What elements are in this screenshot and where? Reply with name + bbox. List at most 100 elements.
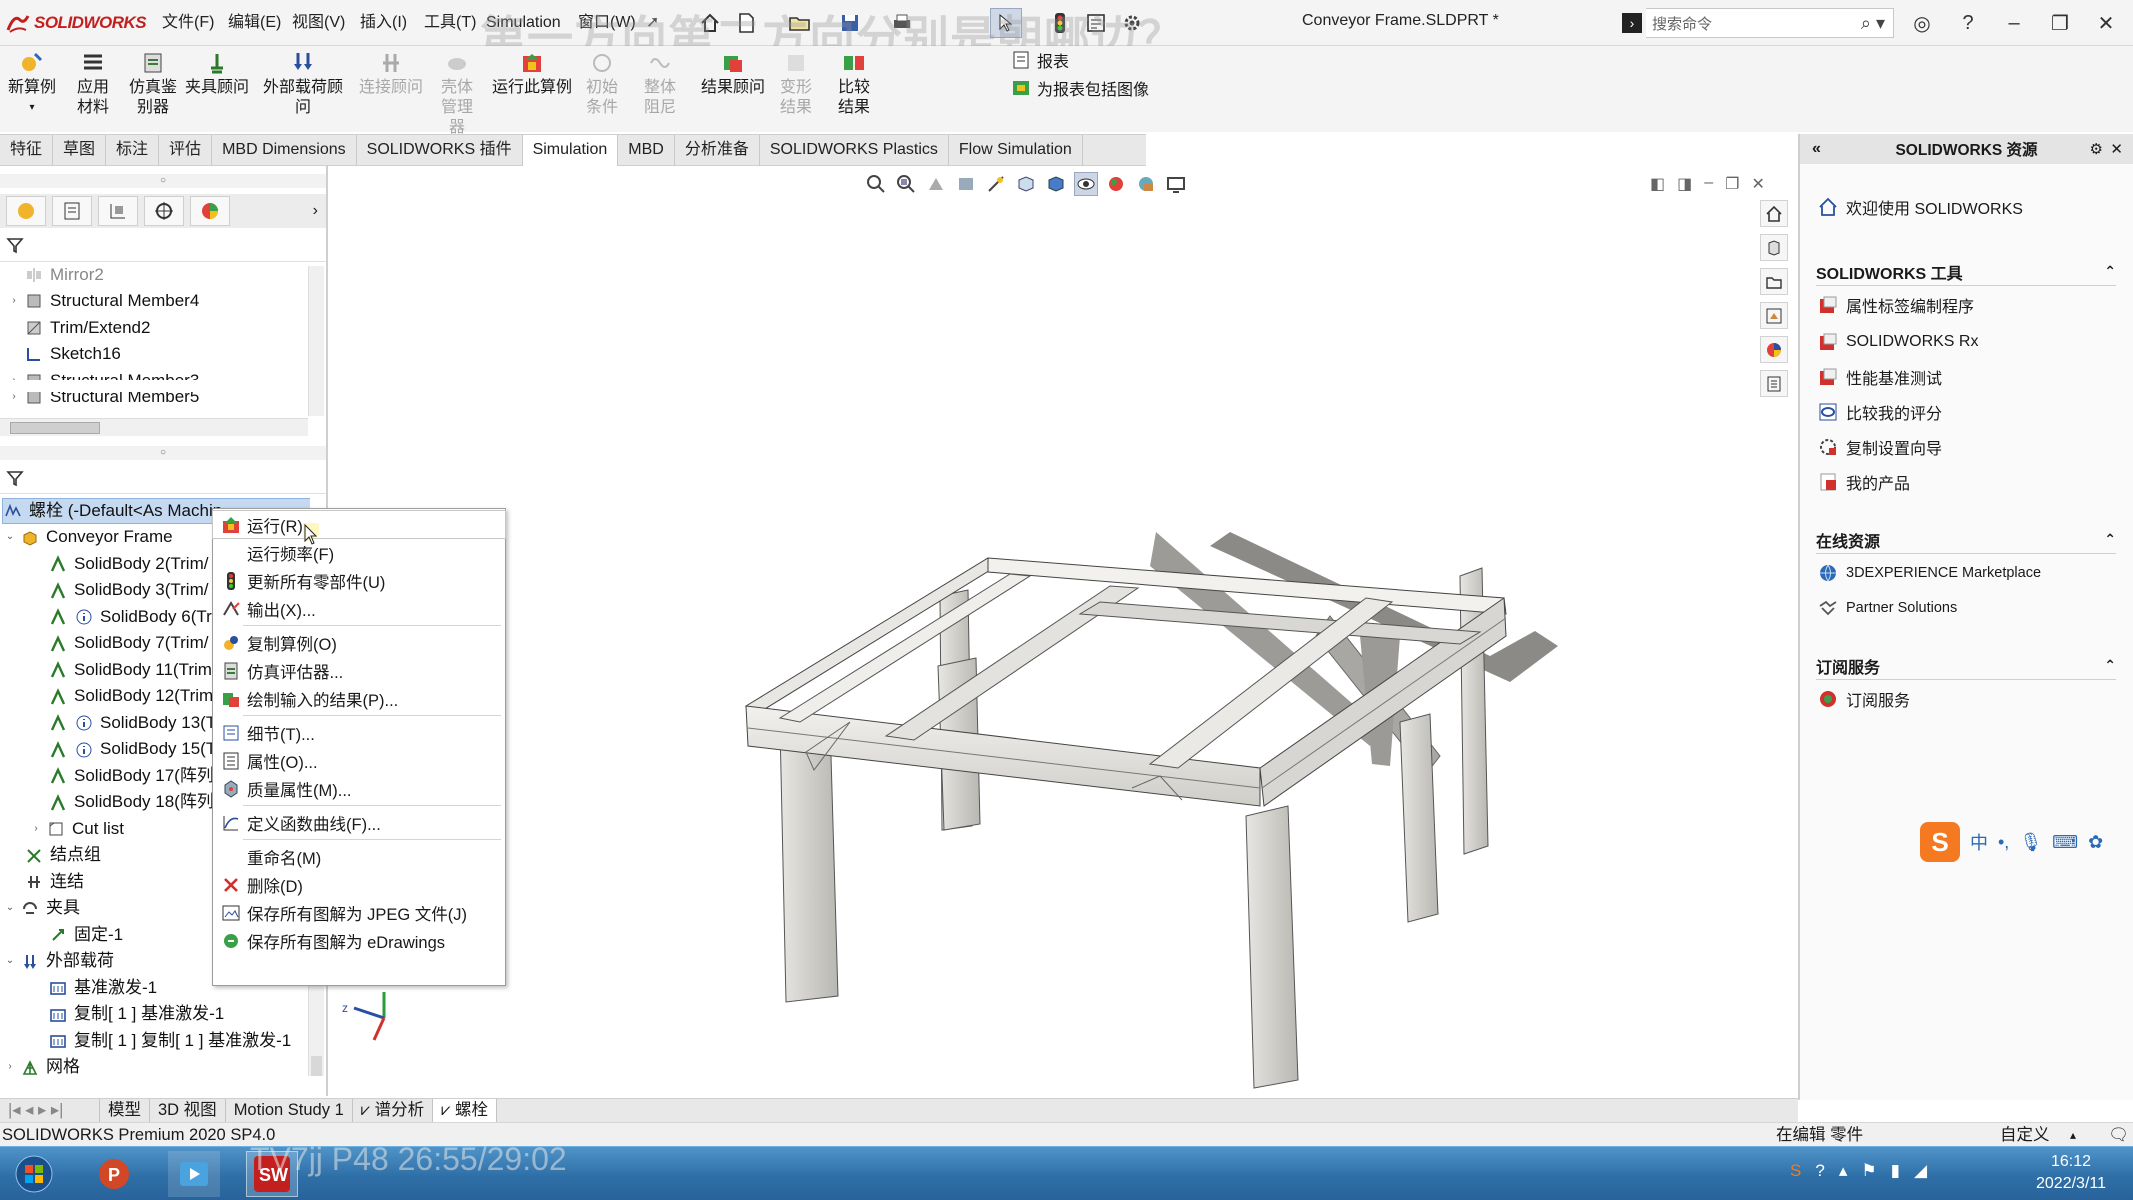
tree-item-structural-member3[interactable]: ›Structural Member3 xyxy=(8,368,199,380)
task-item-copy-settings-wizard[interactable]: 复制设置向导 xyxy=(1818,434,1942,460)
tree-item-mirror2[interactable]: Mirror2 xyxy=(8,262,104,288)
study-item-solidbody-11[interactable]: SolidBody 11(Trim xyxy=(48,657,212,683)
study-item-copy-copy-base-excitation-1[interactable]: 复制[ 1 ] 复制[ 1 ] 基准激发-1 xyxy=(48,1028,291,1054)
view-palette-icon[interactable] xyxy=(1760,302,1788,329)
task-item-solidworks-rx[interactable]: SOLIDWORKS Rx xyxy=(1818,329,1978,355)
tab-mbd-dimensions[interactable]: MBD Dimensions xyxy=(212,135,357,166)
deformed-result-button[interactable]: 变形结果 xyxy=(772,50,820,118)
include-image-for-report-button[interactable]: 为报表包括图像 xyxy=(1011,76,1149,100)
status-comment-icon[interactable]: 🗨 xyxy=(2108,1123,2129,1147)
study-item-solidbody-15[interactable]: SolidBody 15(T xyxy=(48,737,216,763)
task-item-3dexperience-marketplace[interactable]: 3DEXPERIENCE Marketplace xyxy=(1818,560,2041,586)
study-item-solidbody-2[interactable]: SolidBody 2(Trim/ xyxy=(48,551,208,577)
view-orientation-icon[interactable] xyxy=(1014,172,1038,196)
menu-copy-study[interactable]: 复制算例(O) xyxy=(213,629,505,656)
tree-item-trim-extend2[interactable]: Trim/Extend2 xyxy=(8,315,150,341)
tab-markup[interactable]: 标注 xyxy=(106,135,160,166)
study-item-fixed-1[interactable]: 固定-1 xyxy=(48,922,123,948)
tab-mbd[interactable]: MBD xyxy=(618,135,675,166)
run-this-study-button[interactable]: 运行此算例 xyxy=(492,50,572,98)
sogou-ime-icon[interactable]: S xyxy=(1920,822,1960,862)
menu-save-plots-jpeg[interactable]: 保存所有图解为 JPEG 文件(J) xyxy=(213,899,505,926)
menu-plot-input-results[interactable]: 绘制输入的结果(P)... xyxy=(213,685,505,712)
menu-tools[interactable]: 工具(T) xyxy=(420,10,480,36)
external-loads-advisor-button[interactable]: 外部载荷顾问 xyxy=(256,50,350,118)
sogou-tray-icon[interactable]: S xyxy=(1790,1161,1801,1181)
previous-view-icon[interactable] xyxy=(924,172,948,196)
help-tray-icon[interactable]: ? xyxy=(1815,1161,1824,1181)
study-item-copy-base-excitation-1[interactable]: 复制[ 1 ] 基准激发-1 xyxy=(48,1002,224,1028)
status-units[interactable]: 自定义 xyxy=(2000,1123,2050,1147)
dimxpert-manager-tab[interactable] xyxy=(144,196,184,226)
study-item-solidbody-17[interactable]: SolidBody 17(阵列 xyxy=(48,763,214,789)
tab-3d-views[interactable]: 3D 视图 xyxy=(150,1099,226,1122)
viewport-minimize-icon[interactable]: – xyxy=(1704,174,1713,194)
dynamic-annotation-icon[interactable] xyxy=(984,172,1008,196)
ime-punctuation-icon[interactable]: •, xyxy=(1998,832,2009,853)
tab-model[interactable]: 模型 xyxy=(100,1099,150,1122)
taskbar-clock[interactable]: 16:12 2022/3/11 xyxy=(2016,1151,2126,1195)
ime-skin-icon[interactable]: ✿ xyxy=(2088,832,2103,853)
simulation-evaluator-button[interactable]: 仿真鉴别器 xyxy=(124,50,182,118)
task-item-performance-benchmark[interactable]: 性能基准测试 xyxy=(1818,364,1942,390)
tab-solidworks-addins[interactable]: SOLIDWORKS 插件 xyxy=(357,135,523,166)
section-online-resources[interactable]: 在线资源 ⌃ xyxy=(1816,526,2116,554)
collapse-icon[interactable]: ⌃ xyxy=(2104,531,2116,548)
search-icon[interactable]: ⌕ ▾ xyxy=(1861,13,1885,34)
units-dropdown-icon[interactable]: ▴ xyxy=(2070,1123,2076,1147)
compare-results-button[interactable]: 比较结果 xyxy=(830,50,878,118)
menu-mass-properties[interactable]: 质量属性(M)... xyxy=(213,775,505,802)
graphics-area[interactable]: z ◧ ◨ – ❐ ✕ xyxy=(330,166,1796,1100)
task-welcome[interactable]: 欢迎使用 SOLIDWORKS xyxy=(1818,194,2023,220)
restore-button[interactable]: ❐ xyxy=(2038,6,2082,40)
tab-flow-simulation[interactable]: Flow Simulation xyxy=(949,135,1083,166)
media-player-taskbar-icon[interactable] xyxy=(168,1151,220,1197)
section-solidworks-tools[interactable]: SOLIDWORKS 工具 ⌃ xyxy=(1816,258,2116,286)
menu-view[interactable]: 视图(V) xyxy=(288,10,349,36)
section-view-icon[interactable] xyxy=(954,172,978,196)
section-subscription-services[interactable]: 订阅服务 ⌃ xyxy=(1816,652,2116,680)
hscroll-thumb[interactable] xyxy=(10,422,100,434)
zoom-to-fit-icon[interactable] xyxy=(864,172,888,196)
zoom-to-area-icon[interactable] xyxy=(894,172,918,196)
study-item-external-loads[interactable]: ⌄ 外部载荷 xyxy=(4,949,114,975)
study-item-solidbody-13[interactable]: SolidBody 13(T xyxy=(48,710,216,736)
connections-advisor-button[interactable]: 连接顾问 xyxy=(356,50,426,98)
study-item-fixtures[interactable]: ⌄ 夹具 xyxy=(4,896,80,922)
scroll-thumb[interactable] xyxy=(311,1056,322,1076)
menu-save-plots-edrawings[interactable]: 保存所有图解为 eDrawings xyxy=(213,927,505,954)
user-account-icon[interactable]: ◎ xyxy=(1900,6,1944,40)
tab-solidworks-plastics[interactable]: SOLIDWORKS Plastics xyxy=(760,135,949,166)
tab-analysis-preparation[interactable]: 分析准备 xyxy=(675,135,760,166)
collapse-icon[interactable]: ⌃ xyxy=(2104,263,2116,280)
panel-splitter[interactable]: ○ xyxy=(0,174,326,188)
menu-run-frequency[interactable]: 运行频率(F) xyxy=(213,539,505,566)
global-damping-button[interactable]: 整体阻尼 xyxy=(636,50,684,118)
study-item-cut-list[interactable]: › Cut list xyxy=(30,816,124,842)
viewport-close-icon[interactable]: ✕ xyxy=(1752,174,1765,194)
split-vertical-icon[interactable]: ◨ xyxy=(1677,174,1692,194)
fixtures-advisor-button[interactable]: 夹具顾问 xyxy=(184,50,250,98)
feature-manager-tab[interactable] xyxy=(6,196,46,226)
show-hidden-icons-icon[interactable]: ▴ xyxy=(1839,1161,1848,1181)
report-button[interactable]: 报表 xyxy=(1011,48,1069,72)
tree-filter-top[interactable] xyxy=(0,228,326,262)
study-item-conveyor-frame[interactable]: ⌄ Conveyor Frame xyxy=(4,525,173,551)
feature-tree-scrollbar[interactable] xyxy=(308,266,324,416)
configuration-manager-tab[interactable] xyxy=(98,196,138,226)
menu-rename[interactable]: 重命名(M) xyxy=(213,843,505,870)
study-item-solidbody-18[interactable]: SolidBody 18(阵列 xyxy=(48,790,214,816)
tab-features[interactable]: 特征 xyxy=(0,135,54,166)
custom-properties-icon[interactable] xyxy=(1760,370,1788,397)
display-manager-tab[interactable] xyxy=(190,196,230,226)
menu-simulation-evaluator[interactable]: 仿真评估器... xyxy=(213,657,505,684)
tree-item-structural-member5[interactable]: › Structural Member5 xyxy=(8,392,199,410)
new-study-button[interactable]: 新算例 ▾ xyxy=(6,50,58,118)
panel-splitter-2[interactable]: ○ xyxy=(0,446,326,460)
results-advisor-button[interactable]: 结果顾问 xyxy=(698,50,768,98)
powerpoint-taskbar-icon[interactable]: P xyxy=(88,1151,140,1197)
menu-run[interactable]: 运行(R) xyxy=(212,510,506,539)
study-item-solidbody-12[interactable]: SolidBody 12(Trim xyxy=(48,684,213,710)
tab-simulation[interactable]: Simulation xyxy=(522,135,619,166)
task-item-partner-solutions[interactable]: Partner Solutions xyxy=(1818,595,1957,621)
